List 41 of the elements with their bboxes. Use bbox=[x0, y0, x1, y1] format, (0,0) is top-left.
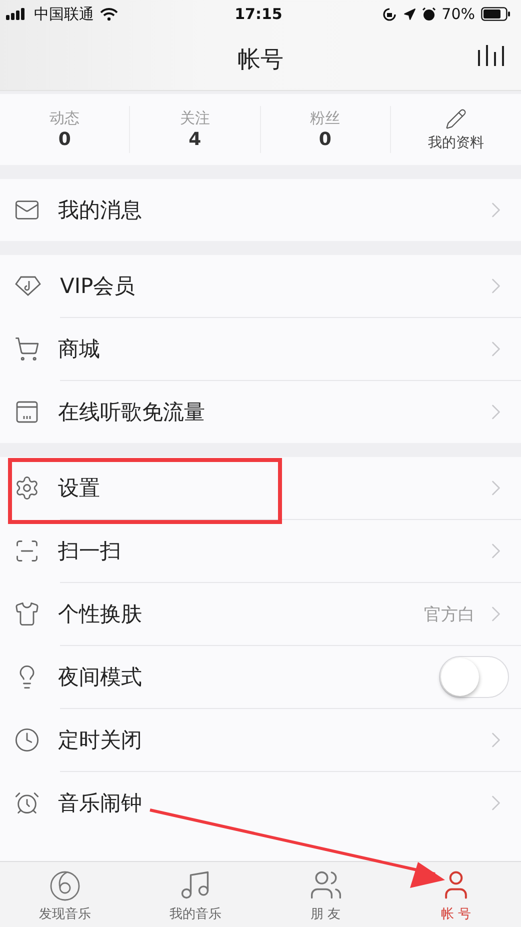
menu-item-label[interactable]: 设置 bbox=[58, 474, 483, 502]
menu-item-label[interactable]: 扫一扫 bbox=[58, 537, 483, 565]
stat-label: 粉丝 bbox=[310, 109, 340, 128]
menu-item-label[interactable]: 音乐闹钟 bbox=[58, 789, 483, 817]
pencil-icon bbox=[444, 108, 467, 130]
menu-item-label[interactable]: 在线听歌免流量 bbox=[58, 398, 483, 426]
alarm-clock-icon bbox=[14, 790, 40, 816]
stat-label: 关注 bbox=[180, 109, 210, 128]
wifi-icon bbox=[100, 8, 118, 20]
cart-icon bbox=[14, 336, 40, 362]
diamond-icon bbox=[14, 275, 42, 297]
stat-label: 动态 bbox=[50, 109, 80, 128]
menu-item-label[interactable]: 商城 bbox=[58, 335, 483, 363]
value-text: 官方白 bbox=[424, 604, 475, 626]
settings-icon bbox=[14, 475, 40, 501]
battery-icon bbox=[481, 7, 511, 21]
card-icon bbox=[14, 399, 40, 425]
scan-icon bbox=[14, 538, 40, 564]
tab[interactable]: 发现音乐 bbox=[0, 862, 130, 927]
stat-value: 0 bbox=[58, 129, 71, 150]
tab[interactable]: 帐 号 bbox=[390, 862, 521, 927]
carrier-name: 中国联通 bbox=[34, 4, 94, 24]
location-icon bbox=[402, 8, 416, 20]
menu-item-label[interactable]: 定时关闭 bbox=[58, 726, 483, 754]
clock-time: 17:15 bbox=[234, 5, 282, 23]
now-playing-button[interactable] bbox=[477, 42, 507, 66]
toggle-switch[interactable] bbox=[439, 656, 509, 698]
tab[interactable]: 朋 友 bbox=[260, 862, 391, 927]
menu-item-label[interactable]: VIP会员 bbox=[60, 272, 483, 300]
page-title: 帐号 bbox=[238, 46, 284, 74]
menu-item-label[interactable]: 个性换肤 bbox=[58, 600, 424, 628]
profile-button[interactable]: 我的资料 bbox=[428, 108, 484, 152]
battery-percent: 70% bbox=[442, 5, 475, 23]
clock-icon bbox=[14, 727, 40, 753]
stat-value: 4 bbox=[188, 129, 202, 150]
alarm-icon bbox=[422, 7, 436, 21]
rotation-lock-icon bbox=[382, 6, 397, 22]
shirt-icon bbox=[14, 601, 40, 627]
stat-value: 0 bbox=[318, 129, 332, 150]
menu-item-label[interactable]: 夜间模式 bbox=[58, 663, 439, 691]
tab[interactable]: 我的音乐 bbox=[130, 862, 260, 927]
